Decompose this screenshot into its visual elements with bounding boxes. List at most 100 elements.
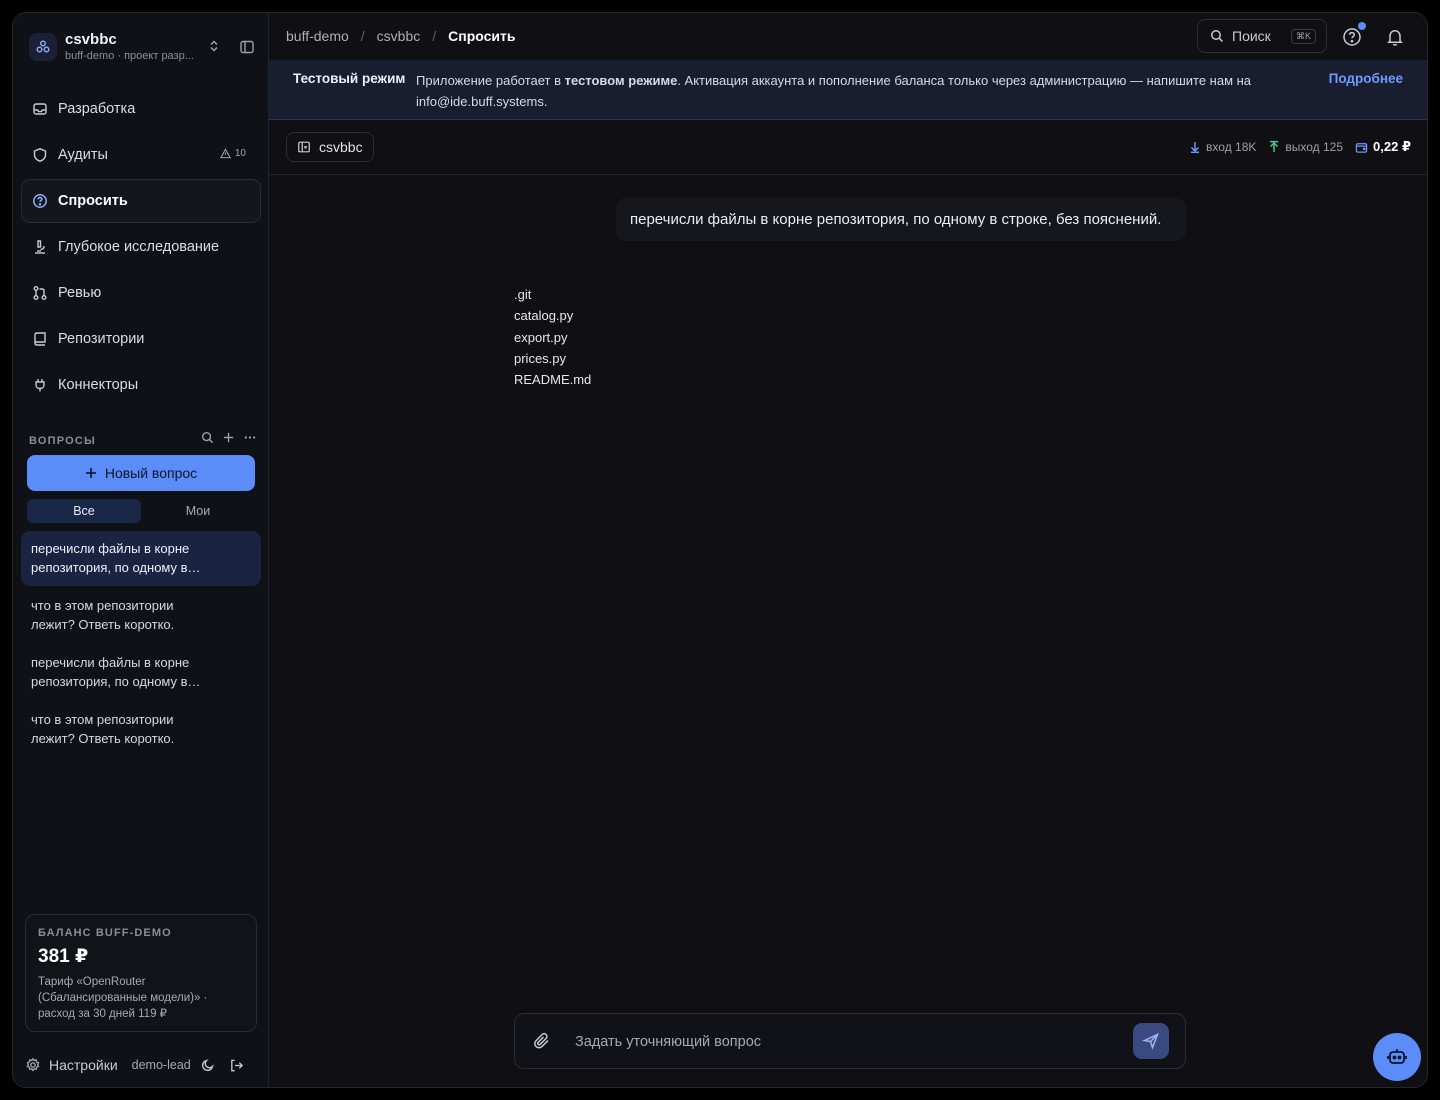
paperclip-icon[interactable] [533,1032,551,1050]
arrow-down-icon [1191,142,1200,153]
repo-chip[interactable]: csvbbc [286,132,374,162]
thread-title: что в этом репозитории лежит? Ответь кор… [31,712,175,746]
search-label: Поиск [1232,28,1271,44]
nav-label: Репозитории [58,331,145,347]
gear-icon [25,1057,41,1073]
nav-item-development[interactable]: Разработка [21,87,261,131]
more-icon[interactable] [243,431,257,444]
search-button[interactable]: Поиск ⌘K [1197,19,1327,53]
nav-item-deep-research[interactable]: Глубокое исследование [21,225,261,269]
audits-count-badge: 10 [219,148,246,159]
nav-label: Спросить [58,193,128,209]
balance-amount: 381 ₽ [38,946,89,967]
logout-icon[interactable] [229,1058,244,1073]
usage-stats: вход 18K выход 125 0,22 ₽ [1189,139,1411,155]
question-list: перечисли файлы в корне репозитория, по … [21,531,261,759]
nav-label: Аудиты [58,147,108,163]
settings-label: Настройки [49,1057,118,1073]
workspace-name: csvbbc [65,31,117,48]
breadcrumb-current: Спросить [448,28,516,44]
nav-item-audits[interactable]: Аудиты 10 [21,133,261,177]
list-item[interactable]: перечисли файлы в корне репозитория, по … [21,645,261,700]
balance-card: БАЛАНС BUFF-DEMO 381 ₽ Тариф «OpenRouter… [25,914,257,1032]
test-mode-banner: Тестовый режим Приложение работает в тес… [269,60,1427,120]
breadcrumb-project[interactable]: csvbbc [377,28,421,44]
answer-line: catalog.py [514,308,574,324]
breadcrumb-org[interactable]: buff-demo [286,28,349,44]
help-icon[interactable] [1342,27,1362,47]
repository-icon [297,140,311,154]
balance-note: Тариф «OpenRouter (Сбалансированные моде… [38,976,208,1020]
thread-title: что в этом репозитории лежит? Ответь кор… [31,598,175,632]
nav-item-ask[interactable]: Спросить [21,179,261,223]
sidebar: csvbbc buff-demo · проект разр... Разраб… [13,13,269,1087]
chevron-up-down-icon[interactable] [207,39,221,53]
answer-line: prices.py [514,350,567,366]
answer-line: export.py [514,329,568,345]
list-item[interactable]: перечисли файлы в корне репозитория, по … [21,531,261,586]
bell-icon[interactable] [1385,27,1405,47]
username: demo-lead [131,1058,191,1072]
banner-title: Тестовый режим [293,71,406,86]
settings-button[interactable]: Настройки [25,1057,118,1073]
balance-label: БАЛАНС BUFF-DEMO [38,927,172,939]
warning-icon [219,148,231,159]
questions-filter: Все Мои [27,499,255,523]
breadcrumb: buff-demo / csvbbc / Спросить [286,28,516,44]
new-question-button[interactable]: Новый вопрос [27,455,255,491]
banner-more-link[interactable]: Подробнее [1329,71,1403,86]
inbox-icon [32,101,48,117]
search-icon[interactable] [201,431,214,444]
notification-dot [1358,22,1366,30]
plus-icon[interactable] [222,431,235,444]
arrow-up-icon [1270,141,1279,152]
app-window: csvbbc buff-demo · проект разр... Разраб… [12,12,1428,1088]
thread-title: перечисли файлы в корне репозитория, по … [31,655,190,689]
workspace-switcher[interactable]: csvbbc buff-demo · проект разр... [29,31,257,65]
search-shortcut: ⌘K [1290,29,1316,44]
tokens-out: выход 125 [1268,140,1343,154]
new-question-label: Новый вопрос [104,465,198,481]
context-bar: csvbbc вход 18K выход 125 0,22 ₽ [269,119,1427,175]
banner-text: Приложение работает в тестовом режиме. А… [416,73,1252,109]
filter-all[interactable]: Все [27,499,141,523]
request-cost: 0,22 ₽ [1355,139,1411,155]
wallet-icon [1355,142,1368,153]
repo-chip-label: csvbbc [319,139,363,155]
assistant-answer: .git catalog.py export.py prices.py READ… [514,284,591,390]
workspace-logo-icon [29,33,57,61]
send-button[interactable] [1133,1023,1169,1059]
thread-title: перечисли файлы в корне репозитория, по … [31,541,190,575]
list-item[interactable]: что в этом репозитории лежит? Ответь кор… [21,588,261,643]
assistant-bot-button[interactable] [1373,1033,1421,1081]
microscope-icon [32,239,48,255]
list-item[interactable]: что в этом репозитории лежит? Ответь кор… [21,702,261,757]
followup-input[interactable] [573,1028,1077,1056]
plug-icon [32,377,48,393]
nav-item-connectors[interactable]: Коннекторы [21,363,261,407]
nav-item-review[interactable]: Ревью [21,271,261,315]
bot-icon [1386,1046,1408,1068]
user-message: перечисли файлы в корне репозитория, по … [616,198,1186,241]
composer [514,1013,1186,1069]
questions-section-header: ВОПРОСЫ [29,431,257,447]
question-circle-icon [32,193,48,209]
main-area: buff-demo / csvbbc / Спросить Поиск ⌘K Т… [269,13,1427,1087]
tokens-in: вход 18K [1189,140,1256,154]
nav-item-repositories[interactable]: Репозитории [21,317,261,361]
nav-label: Глубокое исследование [58,239,220,255]
filter-mine[interactable]: Мои [141,499,255,523]
plus-icon [85,467,97,479]
nav-label: Коннекторы [58,377,139,393]
moon-icon[interactable] [201,1058,215,1072]
sidebar-collapse-icon[interactable] [239,39,255,55]
questions-title: ВОПРОСЫ [29,435,96,447]
answer-line: README.md [514,372,592,388]
top-bar: buff-demo / csvbbc / Спросить Поиск ⌘K [269,13,1427,61]
answer-line: .git [514,287,532,302]
workspace-subtitle: buff-demo · проект разр... [65,50,194,62]
sidebar-footer: Настройки demo-lead [25,1053,257,1077]
nav-label: Разработка [58,101,136,117]
shield-icon [32,147,48,163]
git-pull-request-icon [32,285,48,301]
